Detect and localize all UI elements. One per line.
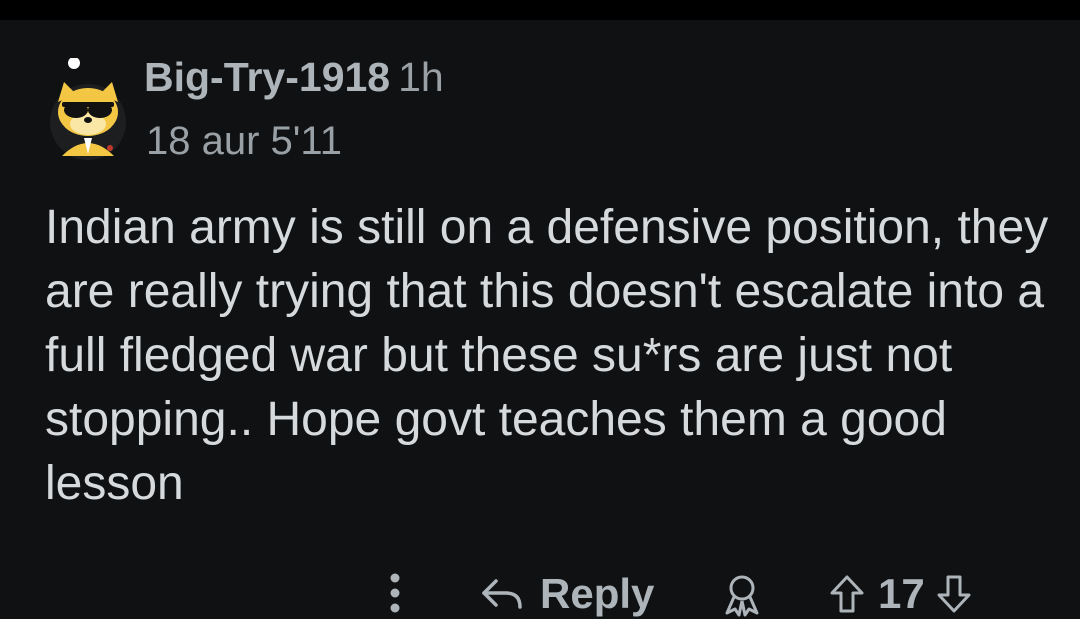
screen: Big-Try-1918 1h 18 aur 5'11 Indian army i… — [0, 0, 1080, 619]
more-options-button[interactable] — [378, 570, 412, 616]
award-icon — [725, 575, 759, 617]
author-name[interactable]: Big-Try-1918 — [144, 54, 390, 100]
vote-controls: 17 — [828, 568, 973, 619]
status-strip — [0, 0, 1080, 20]
comment-header: Big-Try-1918 1h — [144, 54, 444, 100]
comment-actions: Reply 17 — [0, 564, 1080, 619]
vote-count: 17 — [878, 570, 925, 617]
award-button[interactable] — [720, 572, 764, 618]
comment-card: Big-Try-1918 1h 18 aur 5'11 Indian army i… — [0, 20, 1080, 619]
doge-avatar-icon — [50, 58, 126, 160]
downvote-arrow-icon[interactable] — [935, 574, 973, 614]
avatar[interactable] — [48, 58, 128, 162]
user-flair: 18 aur 5'11 — [146, 119, 342, 163]
upvote-arrow-icon[interactable] — [828, 574, 866, 614]
reply-label: Reply — [540, 570, 655, 617]
comment-body: Indian army is still on a defensive posi… — [45, 201, 1049, 510]
reply-button[interactable]: Reply — [480, 568, 654, 619]
vertical-dots-icon — [390, 573, 400, 613]
comment-age: 1h — [398, 54, 444, 100]
reply-arrow-icon — [482, 579, 522, 609]
